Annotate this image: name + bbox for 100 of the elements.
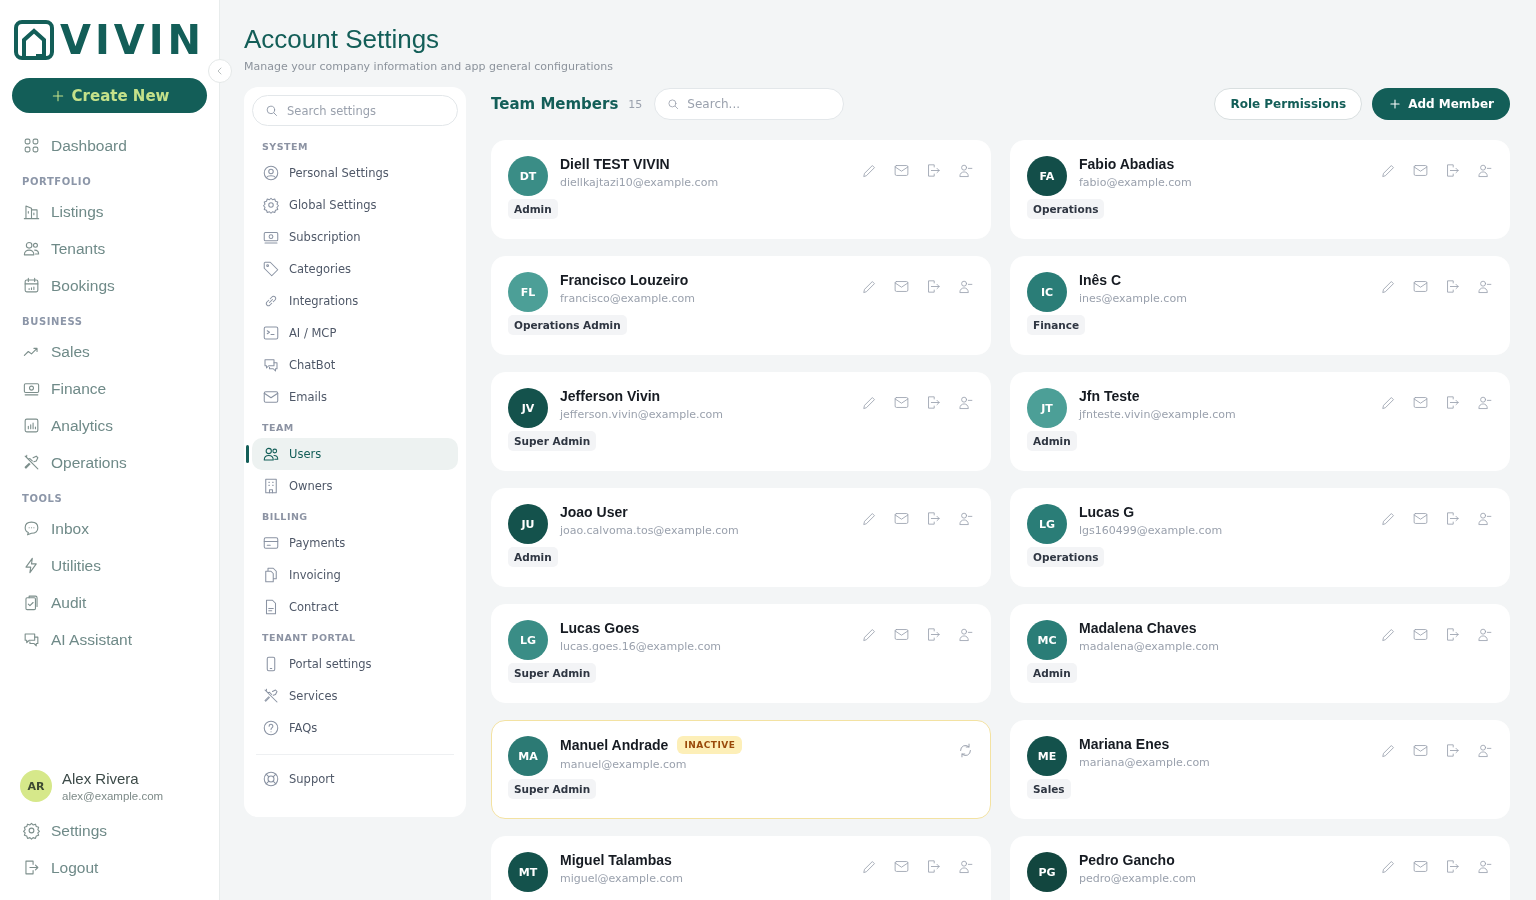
pencil-button[interactable] xyxy=(1380,510,1397,527)
pencil-button[interactable] xyxy=(1380,278,1397,295)
menu-item[interactable]: Portal settings xyxy=(252,648,458,680)
mail-button[interactable] xyxy=(1412,858,1429,875)
nav-item[interactable]: AI Assistant xyxy=(12,621,207,658)
pencil-button[interactable] xyxy=(861,394,878,411)
nav-item[interactable]: Analytics xyxy=(12,407,207,444)
exit-button[interactable] xyxy=(925,394,942,411)
exit-button[interactable] xyxy=(925,858,942,875)
menu-item[interactable]: Emails xyxy=(252,381,458,413)
exit-button[interactable] xyxy=(1444,742,1461,759)
exit-button[interactable] xyxy=(1444,626,1461,643)
mail-button[interactable] xyxy=(893,858,910,875)
member-name: Lucas G xyxy=(1079,504,1135,520)
remove-user-button[interactable] xyxy=(1476,162,1493,179)
menu-item[interactable]: Global Settings xyxy=(252,189,458,221)
nav-item[interactable]: Dashboard xyxy=(12,127,207,164)
pencil-button[interactable] xyxy=(1380,394,1397,411)
pencil-icon xyxy=(861,394,878,411)
menu-item[interactable]: FAQs xyxy=(252,712,458,744)
collapse-button[interactable] xyxy=(208,59,232,83)
exit-icon xyxy=(1444,626,1461,643)
menu-item[interactable]: Personal Settings xyxy=(252,157,458,189)
mail-button[interactable] xyxy=(1412,626,1429,643)
member-email: joao.calvoma.tos@example.com xyxy=(560,524,740,537)
nav-item[interactable]: Settings xyxy=(12,812,207,849)
mail-button[interactable] xyxy=(893,626,910,643)
mail-button[interactable] xyxy=(1412,510,1429,527)
exit-button[interactable] xyxy=(1444,510,1461,527)
remove-user-button[interactable] xyxy=(1476,510,1493,527)
section-heading: TOOLS xyxy=(21,492,64,506)
nav-item[interactable]: Sales xyxy=(12,333,207,370)
exit-button[interactable] xyxy=(1444,858,1461,875)
remove-user-button[interactable] xyxy=(1476,858,1493,875)
menu-item[interactable]: ChatBot xyxy=(252,349,458,381)
nav-item[interactable]: Audit xyxy=(12,584,207,621)
remove-user-button[interactable] xyxy=(957,394,974,411)
nav-item[interactable]: Operations xyxy=(12,444,207,481)
role-tag: Operations xyxy=(1027,547,1105,567)
remove-user-button[interactable] xyxy=(957,858,974,875)
create-new-button[interactable]: Create New xyxy=(12,78,207,113)
nav-item[interactable]: Listings xyxy=(12,193,207,230)
nav-item[interactable]: Tenants xyxy=(12,230,207,267)
menu-item[interactable]: Integrations xyxy=(252,285,458,317)
nav-item[interactable]: Inbox xyxy=(12,510,207,547)
exit-button[interactable] xyxy=(925,626,942,643)
pencil-icon xyxy=(861,162,878,179)
search-field[interactable]: Search... xyxy=(654,88,845,120)
pencil-button[interactable] xyxy=(1380,626,1397,643)
pencil-button[interactable] xyxy=(861,858,878,875)
nav-item[interactable]: Finance xyxy=(12,370,207,407)
menu-item[interactable]: AI / MCP xyxy=(252,317,458,349)
menu-item[interactable]: Services xyxy=(252,680,458,712)
remove-user-button[interactable] xyxy=(957,510,974,527)
nav-item[interactable]: Bookings xyxy=(12,267,207,304)
menu-item[interactable]: Support xyxy=(252,763,458,795)
remove-user-button[interactable] xyxy=(1476,394,1493,411)
search-field[interactable]: Search settings xyxy=(252,95,458,126)
exit-button[interactable] xyxy=(925,162,942,179)
nav-item[interactable]: Logout xyxy=(12,849,207,886)
mail-button[interactable] xyxy=(893,510,910,527)
credit-card-icon xyxy=(262,534,280,552)
role-permissions-button[interactable]: Role Permissions xyxy=(1214,88,1363,120)
remove-user-button[interactable] xyxy=(957,626,974,643)
menu-item[interactable]: Owners xyxy=(252,470,458,502)
menu-item[interactable]: Categories xyxy=(252,253,458,285)
mail-icon xyxy=(893,162,910,179)
mail-button[interactable] xyxy=(1412,394,1429,411)
menu-item[interactable]: Subscription xyxy=(252,221,458,253)
exit-button[interactable] xyxy=(925,278,942,295)
remove-user-button[interactable] xyxy=(1476,278,1493,295)
menu-item[interactable]: Invoicing xyxy=(252,559,458,591)
add-member-button[interactable]: Add Member xyxy=(1372,88,1510,120)
exit-icon xyxy=(925,162,942,179)
exit-button[interactable] xyxy=(1444,162,1461,179)
pencil-button[interactable] xyxy=(1380,162,1397,179)
pencil-button[interactable] xyxy=(861,162,878,179)
menu-item[interactable]: Contract xyxy=(252,591,458,623)
mail-button[interactable] xyxy=(1412,162,1429,179)
mail-button[interactable] xyxy=(893,162,910,179)
mail-icon xyxy=(893,626,910,643)
remove-user-button[interactable] xyxy=(1476,626,1493,643)
mail-button[interactable] xyxy=(1412,742,1429,759)
pencil-button[interactable] xyxy=(1380,858,1397,875)
pencil-button[interactable] xyxy=(861,626,878,643)
remove-user-icon xyxy=(957,278,974,295)
remove-user-button[interactable] xyxy=(1476,742,1493,759)
exit-button[interactable] xyxy=(1444,394,1461,411)
pencil-button[interactable] xyxy=(1380,742,1397,759)
mail-button[interactable] xyxy=(1412,278,1429,295)
pencil-button[interactable] xyxy=(861,278,878,295)
remove-user-button[interactable] xyxy=(957,278,974,295)
menu-item[interactable]: Payments xyxy=(252,527,458,559)
remove-user-button[interactable] xyxy=(957,162,974,179)
mail-button[interactable] xyxy=(893,278,910,295)
exit-button[interactable] xyxy=(925,510,942,527)
exit-button[interactable] xyxy=(1444,278,1461,295)
nav-item[interactable]: Utilities xyxy=(12,547,207,584)
pencil-button[interactable] xyxy=(861,510,878,527)
mail-button[interactable] xyxy=(893,394,910,411)
